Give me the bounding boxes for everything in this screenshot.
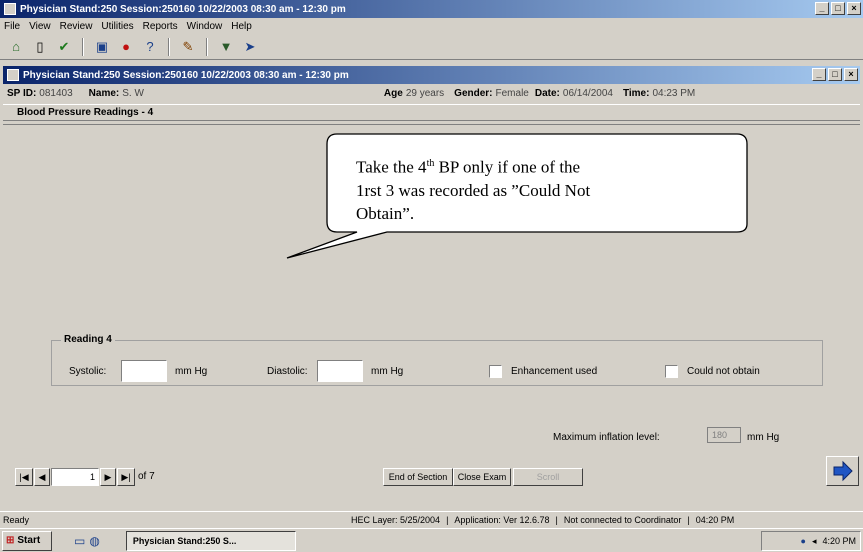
diastolic-input[interactable] (317, 360, 363, 382)
help-icon[interactable]: ? (140, 38, 160, 56)
reading-group-title: Reading 4 (61, 334, 115, 345)
systolic-input[interactable] (121, 360, 167, 382)
next-arrow-icon (833, 460, 853, 482)
menubar: File View Review Utilities Reports Windo… (0, 18, 863, 34)
child-window-title: Physician Stand:250 Session:250160 10/22… (23, 69, 349, 81)
close-button[interactable]: × (847, 2, 861, 15)
forward-icon[interactable]: ➤ (240, 38, 260, 56)
minimize-button[interactable]: _ (815, 2, 829, 15)
menu-reports[interactable]: Reports (143, 21, 178, 32)
new-document-icon[interactable]: ▯ (30, 38, 50, 56)
could-not-obtain-label: Could not obtain (687, 366, 760, 377)
section-title: Blood Pressure Readings - 4 (3, 104, 860, 121)
menu-review[interactable]: Review (60, 21, 93, 32)
child-window-titlebar: Physician Stand:250 Session:250160 10/22… (3, 66, 860, 84)
inflation-input[interactable]: 180 (707, 427, 741, 443)
status-app-version: Application: Ver 12.6.78 (454, 515, 550, 525)
start-label: Start (17, 535, 41, 546)
next-page-button[interactable] (826, 456, 859, 486)
page-input[interactable]: 1 (51, 468, 99, 486)
stop-icon[interactable]: ● (116, 38, 136, 56)
sp-id-value: 081403 (39, 87, 73, 99)
save-icon[interactable]: ▣ (92, 38, 112, 56)
menu-file[interactable]: File (4, 21, 20, 32)
quick-launch: ▭ ◍ (74, 534, 100, 548)
record-navigator: |◀ ◀ 1 ▶ ▶| of 7 End of Section Close Ex… (3, 464, 860, 490)
diastolic-unit: mm Hg (371, 366, 404, 377)
status-layer: HEC Layer: 5/25/2004 (351, 515, 441, 525)
app-icon (4, 3, 16, 15)
browser-icon[interactable]: ◍ (89, 534, 99, 548)
sp-id-label: SP ID: (7, 87, 37, 99)
start-button[interactable]: ⊞ Start (2, 530, 52, 551)
name-label: Name: (88, 87, 120, 99)
gender-value: Female (495, 87, 529, 99)
desktop-icon[interactable]: ▭ (74, 534, 85, 548)
next-record-button[interactable]: ▶ (100, 468, 116, 486)
patient-info-bar: SP ID: 081403 Name: S. W Age 29 years Ge… (3, 84, 860, 102)
taskbar: ⊞ Start ▭ ◍ Physician Stand:250 S... ● ◂… (0, 528, 863, 552)
diastolic-label: Diastolic: (267, 366, 308, 377)
menu-utilities[interactable]: Utilities (101, 21, 133, 32)
age-label: Age (383, 87, 403, 99)
prev-record-button[interactable]: ◀ (34, 468, 50, 486)
close-exam-button[interactable]: Close Exam (453, 468, 511, 486)
callout-line-1-post: BP only if one of the (434, 157, 581, 177)
menu-view[interactable]: View (29, 21, 51, 32)
systolic-unit: mm Hg (175, 366, 208, 377)
toolbar: ⌂ ▯ ✔ ▣ ● ? ✎ ▼ ➤ (0, 34, 863, 60)
name-value: S. W (122, 87, 144, 99)
enhancement-checkbox[interactable] (489, 365, 502, 378)
child-restore-button[interactable]: □ (828, 68, 842, 81)
home-icon[interactable]: ⌂ (6, 38, 26, 56)
gender-label: Gender: (454, 87, 493, 99)
system-tray: ● ◂ 4:20 PM (761, 531, 861, 551)
child-close-button[interactable]: × (844, 68, 858, 81)
toolbar-separator (168, 37, 170, 56)
inflation-label: Maximum inflation level: (553, 432, 660, 443)
time-label: Time: (622, 87, 650, 99)
first-record-button[interactable]: |◀ (15, 468, 33, 486)
child-window-controls: _ □ × (812, 68, 858, 81)
last-record-button[interactable]: ▶| (117, 468, 135, 486)
status-bar: Ready HEC Layer: 5/25/2004 | Application… (0, 511, 863, 528)
taskbar-item[interactable]: Physician Stand:250 S... (125, 530, 296, 551)
window-controls: _ □ × (815, 2, 861, 15)
callout-line-3: Obtain”. (356, 203, 415, 223)
tools-icon[interactable]: ✎ (178, 38, 198, 56)
date-value: 06/14/2004 (562, 87, 613, 99)
date-label: Date: (534, 87, 560, 99)
toolbar-separator (82, 37, 84, 56)
could-not-obtain-checkbox[interactable] (665, 365, 678, 378)
child-window-icon (7, 69, 19, 81)
inflation-unit: mm Hg (747, 432, 780, 443)
age-value: 29 years (405, 87, 445, 99)
toolbar-separator (206, 37, 208, 56)
child-minimize-button[interactable]: _ (812, 68, 826, 81)
app-title: Physician Stand:250 Session:250160 10/22… (20, 3, 346, 15)
callout-text: Take the 4th BP only if one of the 1rst … (356, 152, 736, 225)
end-of-section-button[interactable]: End of Section (383, 468, 453, 486)
app-titlebar: Physician Stand:250 Session:250160 10/22… (0, 0, 863, 18)
enhancement-label: Enhancement used (511, 366, 598, 377)
volume-icon: ◂ (811, 535, 817, 546)
status-time: 04:20 PM (695, 515, 735, 525)
status-ready: Ready (3, 515, 30, 525)
scroll-button[interactable]: Scroll (513, 468, 583, 486)
page-of-label: of 7 (138, 471, 155, 482)
clock: 4:20 PM (822, 536, 856, 546)
menu-help[interactable]: Help (231, 21, 252, 32)
checkmark-icon[interactable]: ✔ (54, 38, 74, 56)
status-connection: Not connected to Coordinator (563, 515, 682, 525)
filter-icon[interactable]: ▼ (216, 38, 236, 56)
callout-line-1-pre: Take the 4 (356, 157, 427, 177)
menu-window[interactable]: Window (187, 21, 223, 32)
callout-line-2: 1rst 3 was recorded as ”Could Not (356, 180, 591, 200)
maximize-button[interactable]: □ (831, 2, 845, 15)
time-value: 04:23 PM (652, 87, 696, 99)
windows-logo-icon: ⊞ (6, 535, 15, 546)
callout-line-1: Take the 4th BP only if one of the (356, 152, 736, 179)
network-icon: ● (800, 536, 806, 546)
systolic-label: Systolic: (69, 366, 107, 377)
